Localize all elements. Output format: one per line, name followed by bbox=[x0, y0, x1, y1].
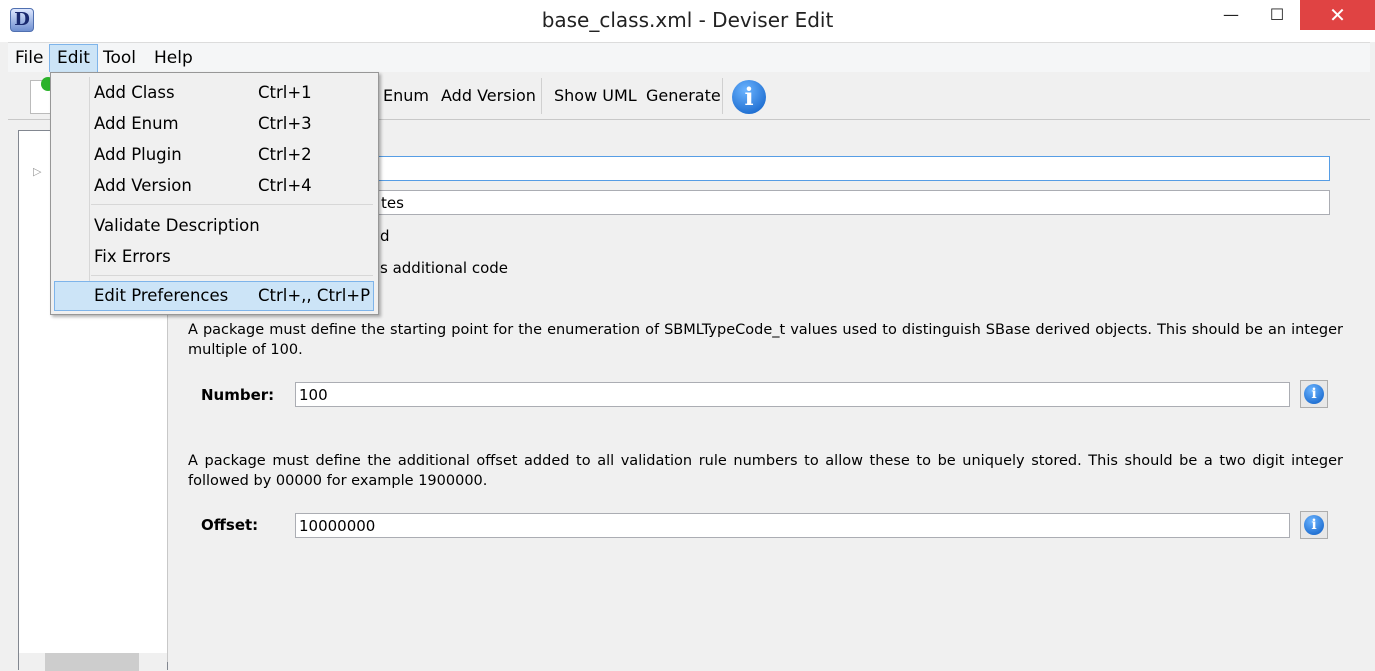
add-version-button[interactable]: Add Version bbox=[441, 86, 536, 105]
menu-item-validate-description[interactable]: Validate Description bbox=[54, 211, 374, 241]
offset-description: A package must define the additional off… bbox=[188, 453, 1343, 489]
generate-button[interactable]: Generate bbox=[646, 86, 721, 105]
window-title: base_class.xml - Deviser Edit bbox=[541, 8, 834, 32]
typecode-description: A package must define the starting point… bbox=[188, 322, 1343, 358]
shortcut: Ctrl+4 bbox=[258, 176, 312, 195]
toolbar-separator bbox=[722, 78, 723, 114]
info-icon: i bbox=[1304, 515, 1324, 535]
menu-item-add-enum[interactable]: Add Enum Ctrl+3 bbox=[54, 109, 374, 139]
menu-separator bbox=[91, 275, 373, 276]
menu-item-add-plugin[interactable]: Add Plugin Ctrl+2 bbox=[54, 140, 374, 170]
expand-arrow-icon[interactable]: ▷ bbox=[33, 165, 41, 178]
menu-bar: File Edit Tool Help bbox=[8, 42, 1370, 73]
menu-item-fix-errors[interactable]: Fix Errors bbox=[54, 242, 374, 272]
offset-label: Offset: bbox=[201, 516, 259, 534]
label: Validate Description bbox=[94, 216, 260, 235]
title-bar: D base_class.xml - Deviser Edit — ☐ ✕ bbox=[0, 0, 1375, 42]
edit-menu-dropdown: Add Class Ctrl+1 Add Enum Ctrl+3 Add Plugi… bbox=[50, 72, 379, 315]
label: Add Version bbox=[94, 176, 192, 195]
scrollbar-thumb[interactable] bbox=[45, 653, 139, 671]
menu-separator bbox=[91, 204, 373, 205]
menu-item-add-version[interactable]: Add Version Ctrl+4 bbox=[54, 171, 374, 201]
horizontal-scrollbar[interactable] bbox=[19, 653, 167, 671]
offset-info-button[interactable]: i bbox=[1300, 511, 1328, 539]
label: Add Class bbox=[94, 83, 175, 102]
number-input[interactable] bbox=[295, 382, 1290, 407]
number-info-button[interactable]: i bbox=[1300, 380, 1328, 408]
shortcut: Ctrl+,, Ctrl+P bbox=[258, 286, 371, 305]
menu-item-add-class[interactable]: Add Class Ctrl+1 bbox=[54, 78, 374, 108]
toolbar-separator bbox=[541, 78, 542, 114]
label: Add Plugin bbox=[94, 145, 182, 164]
menu-item-edit-preferences[interactable]: Edit Preferences Ctrl+,, Ctrl+P bbox=[54, 281, 374, 311]
label: Add Enum bbox=[94, 114, 179, 133]
shortcut: Ctrl+3 bbox=[258, 114, 312, 133]
number-label: Number: bbox=[201, 386, 275, 404]
label: Edit Preferences bbox=[94, 286, 229, 305]
menu-tool[interactable]: Tool bbox=[96, 44, 143, 73]
minimize-button[interactable]: — bbox=[1208, 0, 1254, 30]
info-icon: i bbox=[1304, 384, 1324, 404]
menu-file[interactable]: File bbox=[8, 44, 50, 73]
add-enum-button[interactable]: Enum bbox=[383, 86, 429, 105]
label: Fix Errors bbox=[94, 247, 171, 266]
menu-edit[interactable]: Edit bbox=[49, 44, 98, 73]
close-button[interactable]: ✕ bbox=[1300, 0, 1375, 30]
checkbox-label[interactable]: d bbox=[380, 227, 390, 245]
info-icon[interactable]: i bbox=[732, 80, 766, 114]
maximize-button[interactable]: ☐ bbox=[1254, 0, 1300, 30]
show-uml-button[interactable]: Show UML bbox=[554, 86, 637, 105]
menu-help[interactable]: Help bbox=[147, 44, 200, 73]
shortcut: Ctrl+2 bbox=[258, 145, 312, 164]
shortcut: Ctrl+1 bbox=[258, 83, 312, 102]
checkbox-label[interactable]: s additional code bbox=[380, 259, 508, 277]
offset-input[interactable] bbox=[295, 513, 1290, 538]
